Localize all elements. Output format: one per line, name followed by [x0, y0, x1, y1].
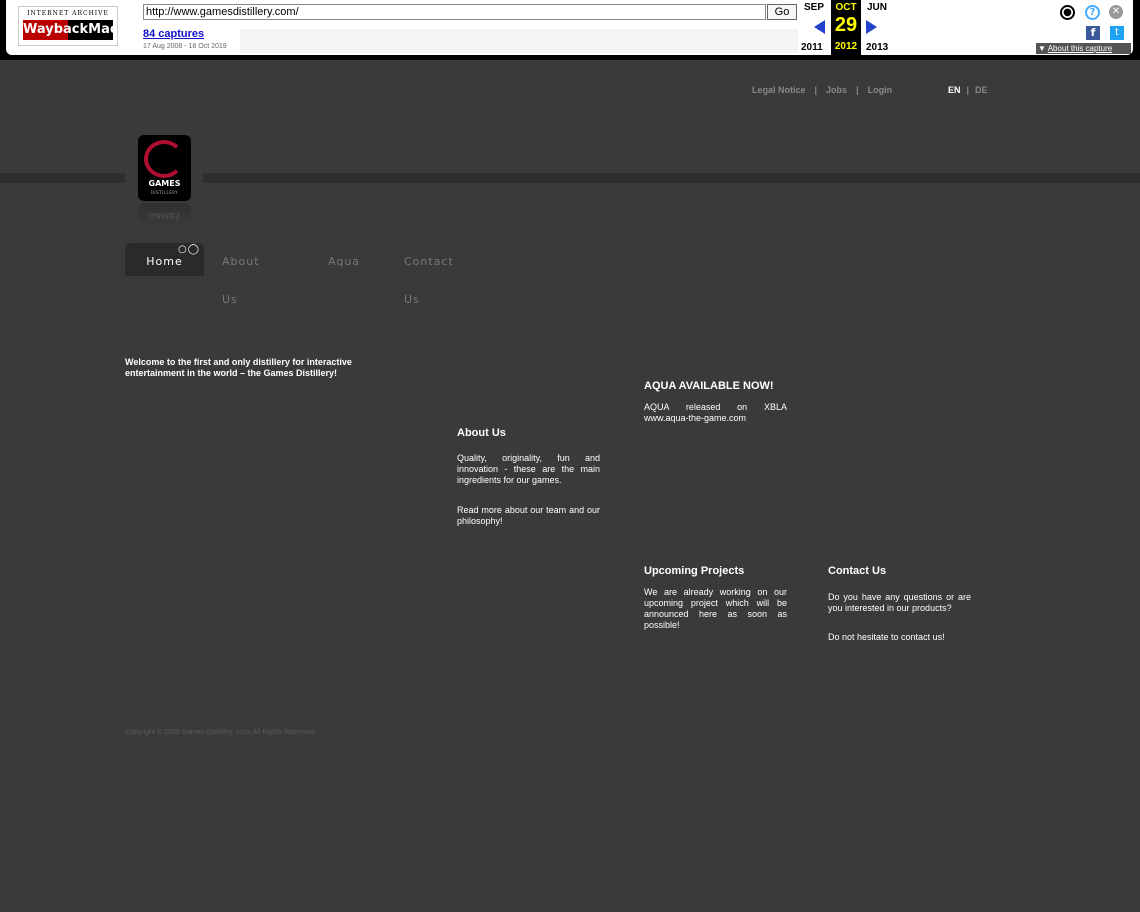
current-capture-date: OCT 29 2012: [831, 0, 861, 55]
captures-link[interactable]: 84 captures: [143, 28, 204, 40]
lang-en-link[interactable]: EN: [948, 85, 961, 95]
close-icon[interactable]: ✕: [1109, 5, 1123, 19]
nav-separator: |: [856, 85, 859, 95]
lang-de-link[interactable]: DE: [975, 85, 988, 95]
user-icon[interactable]: ●: [1060, 5, 1075, 20]
copyright-text: Copyright © 2009 Games Distillery, s.r.o…: [125, 729, 315, 736]
current-month: OCT: [835, 2, 857, 13]
welcome-text: Welcome to the first and only distillery…: [125, 357, 352, 378]
wayback-logo-top-text: INTERNET ARCHIVE: [27, 10, 109, 17]
g-swirl-icon: [144, 140, 184, 178]
nav-contact-us[interactable]: Contact Us: [404, 243, 454, 306]
prev-capture-arrow-icon[interactable]: [814, 20, 825, 34]
wayback-toolbar-panel: INTERNET ARCHIVE WaybackMachine http://w…: [6, 0, 1133, 55]
contact-us-heading[interactable]: Contact Us: [828, 565, 886, 577]
url-input[interactable]: http://www.gamesdistillery.com/: [143, 4, 766, 20]
login-link[interactable]: Login: [868, 85, 893, 95]
upcoming-projects-text: We are already working on our upcoming p…: [644, 587, 787, 630]
prev-year-link[interactable]: 2011: [801, 42, 823, 53]
about-us-readmore[interactable]: Read more about our team and our philoso…: [457, 505, 600, 527]
contact-us-cta[interactable]: Do not hesitate to contact us!: [828, 632, 988, 643]
current-year: 2012: [834, 41, 858, 52]
twitter-icon[interactable]: t: [1110, 26, 1124, 40]
nav-aqua[interactable]: Aqua: [328, 243, 360, 276]
nav-home[interactable]: Home ○◯: [125, 243, 204, 276]
lang-separator: |: [966, 85, 970, 95]
bubbles-icon: ○◯: [178, 244, 200, 255]
next-capture-arrow-icon[interactable]: [866, 20, 877, 34]
logo-subtext: DISTILLERY: [150, 190, 179, 195]
games-distillery-logo[interactable]: GAMES DISTILLERY: [138, 135, 191, 201]
aqua-text: AQUA released on XBLA www.aqua-the-game.…: [644, 402, 787, 423]
wayback-logo[interactable]: INTERNET ARCHIVE WaybackMachine: [18, 6, 149, 46]
help-icon[interactable]: ?: [1085, 5, 1100, 20]
upcoming-projects-heading: Upcoming Projects: [644, 565, 745, 577]
about-us-text: Quality, originality, fun and innovation…: [457, 453, 600, 485]
wayback-toolbar: INTERNET ARCHIVE WaybackMachine http://w…: [0, 0, 1140, 60]
nav-home-label: Home: [146, 255, 183, 268]
capture-date-range: 17 Aug 2008 - 18 Oct 2019: [143, 43, 227, 50]
legal-notice-link[interactable]: Legal Notice: [752, 85, 806, 95]
nav-about-us[interactable]: About Us: [222, 243, 260, 306]
about-capture-label: About this capture: [1047, 44, 1113, 53]
nav-separator: |: [814, 85, 818, 95]
aqua-heading[interactable]: AQUA AVAILABLE NOW!: [644, 380, 774, 392]
wayback-logo-text: WaybackMachine: [23, 20, 149, 40]
current-day: 29: [834, 14, 858, 36]
next-year-link[interactable]: 2013: [866, 42, 888, 53]
go-button[interactable]: Go: [767, 4, 797, 20]
logo-reflection-text: GAMES: [148, 211, 181, 220]
logo-text: GAMES: [148, 179, 181, 188]
jobs-link[interactable]: Jobs: [826, 85, 847, 95]
prev-month-link[interactable]: SEP: [804, 2, 824, 13]
about-us-heading[interactable]: About Us: [457, 427, 506, 439]
contact-us-text: Do you have any questions or are you int…: [828, 592, 971, 613]
language-switcher: EN | DE: [948, 85, 988, 95]
next-month-link[interactable]: JUN: [867, 2, 887, 13]
top-nav: Legal Notice | Jobs | Login: [752, 85, 892, 95]
logo-reflection: GAMES: [138, 203, 191, 225]
capture-sparkline[interactable]: [240, 29, 798, 53]
about-capture-button[interactable]: ▼ About this capture: [1036, 43, 1131, 54]
facebook-icon[interactable]: f: [1086, 26, 1100, 40]
